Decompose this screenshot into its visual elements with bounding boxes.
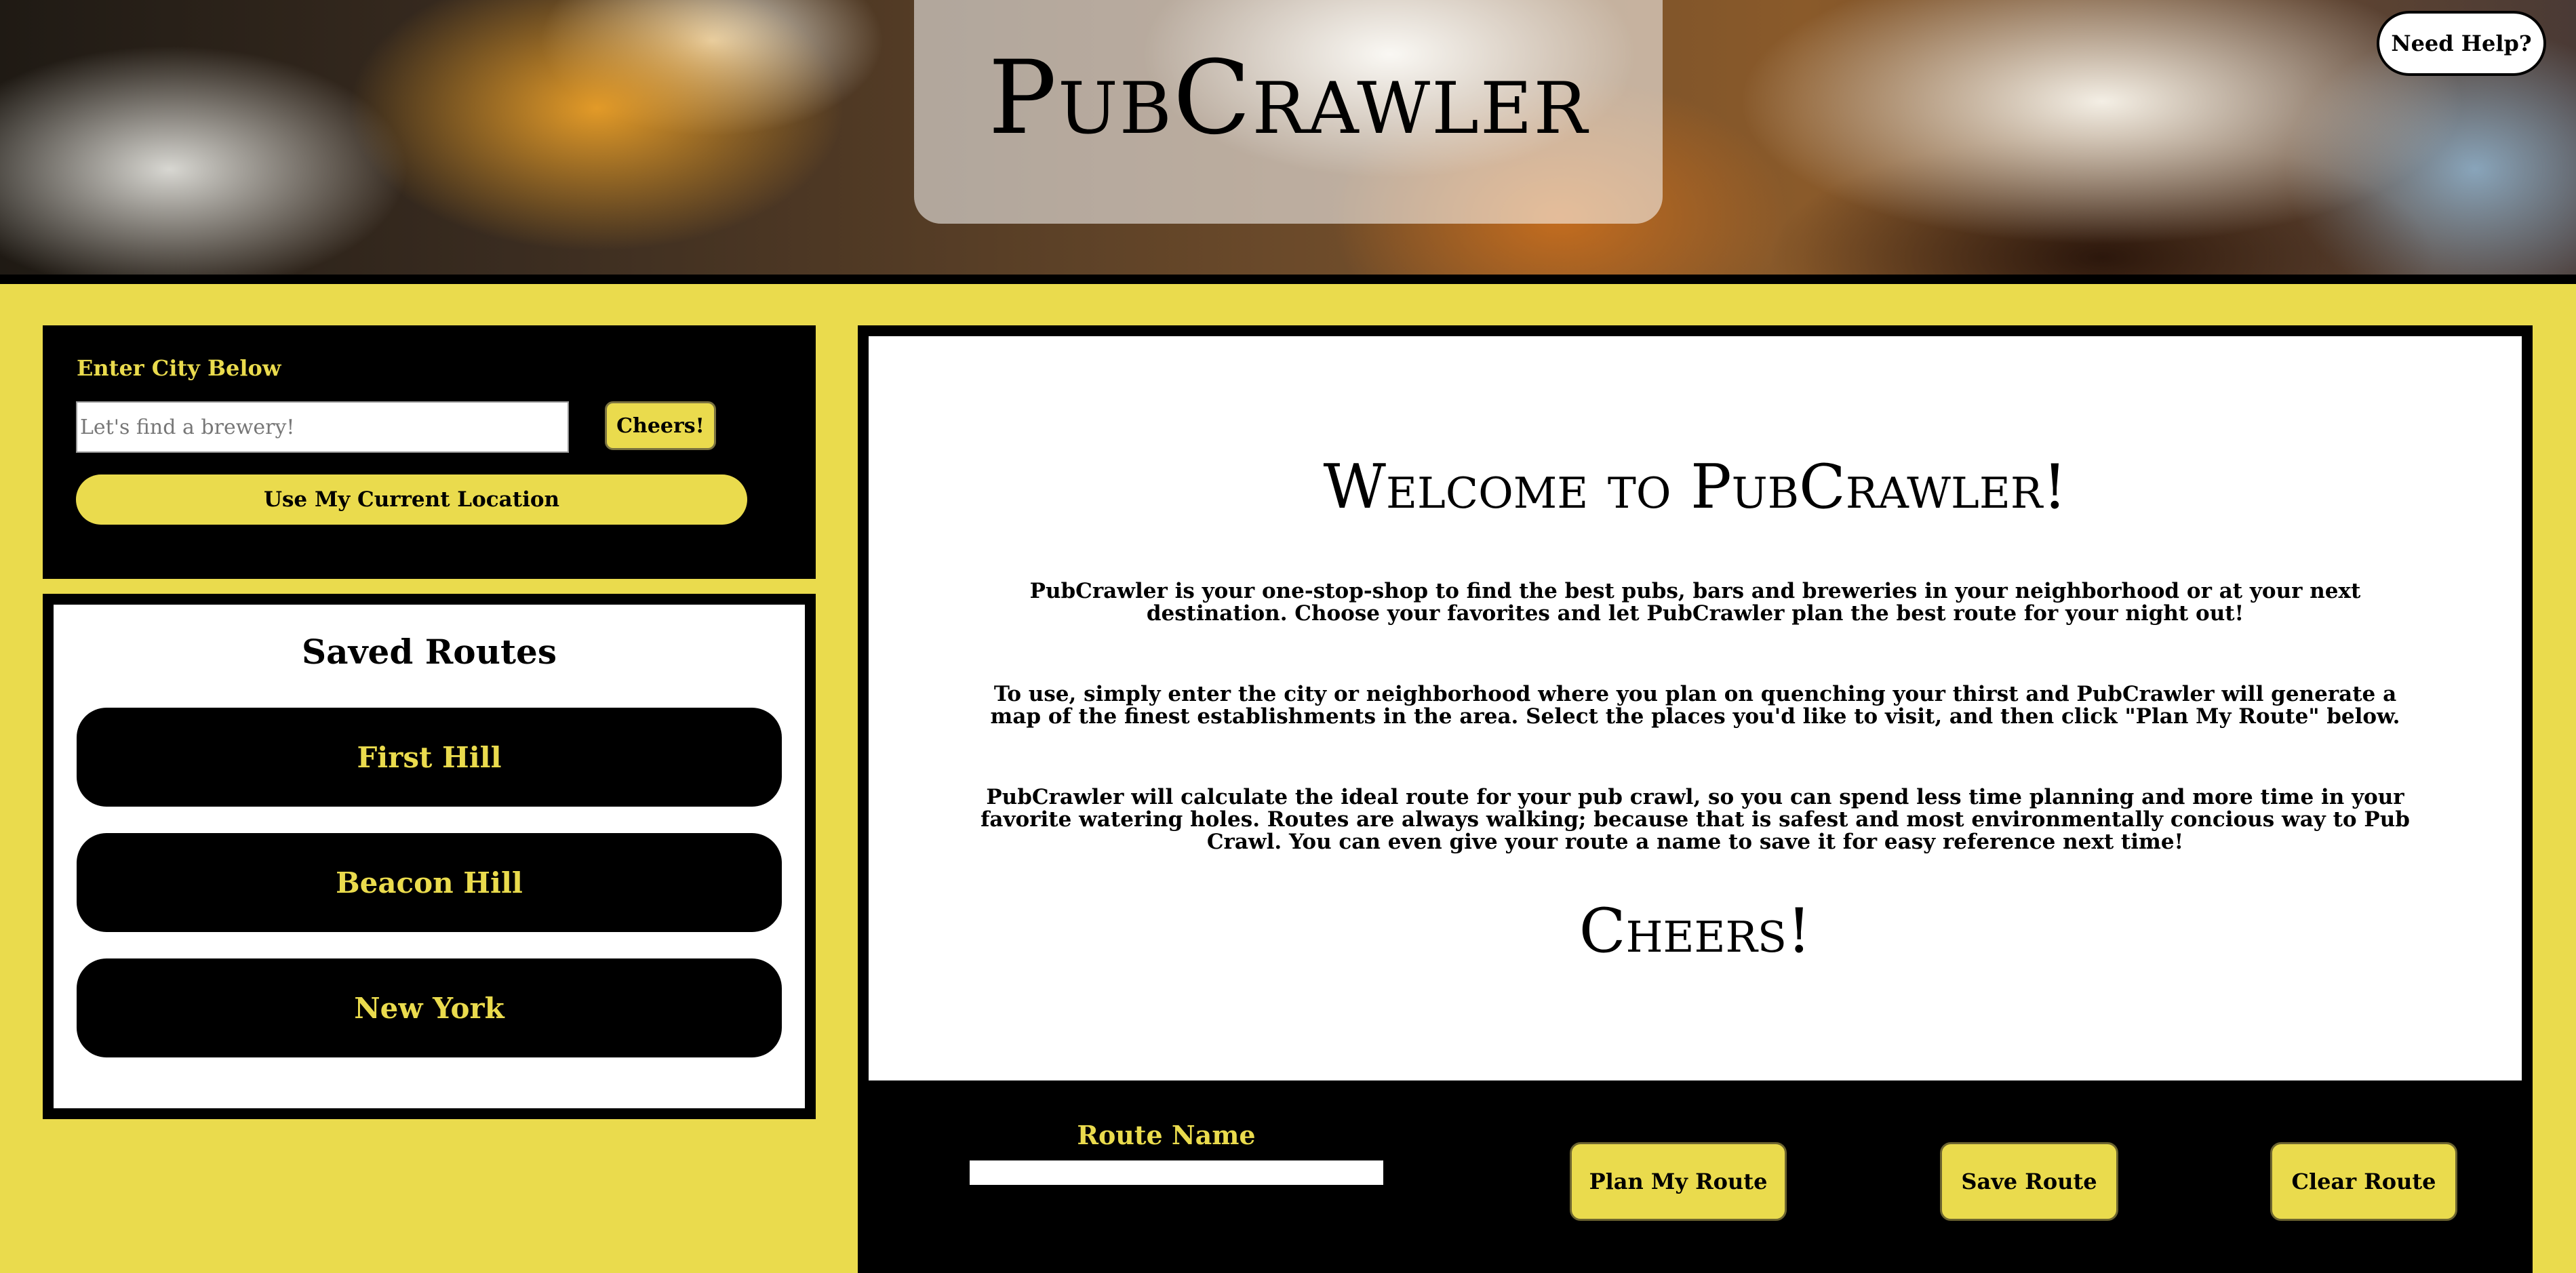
saved-routes-title: Saved Routes: [301, 632, 557, 672]
clear-route-button[interactable]: Clear Route: [2270, 1142, 2457, 1221]
saved-routes-list: Saved Routes First Hill Beacon Hill New …: [54, 605, 805, 1108]
plan-route-button[interactable]: Plan My Route: [1570, 1142, 1787, 1221]
main-panel: Welcome to PubCrawler! PubCrawler is you…: [858, 325, 2533, 1273]
saved-route-beacon-hill[interactable]: Beacon Hill: [77, 833, 782, 932]
welcome-heading: Welcome to PubCrawler!: [1323, 451, 2067, 523]
title-box: PubCrawler: [914, 0, 1663, 224]
intro-paragraph: PubCrawler is your one-stop-shop to find…: [1029, 579, 2361, 626]
use-current-location-button[interactable]: Use My Current Location: [76, 474, 747, 525]
save-route-button[interactable]: Save Route: [1940, 1142, 2118, 1221]
route-name-label: Route Name: [1077, 1120, 1256, 1150]
need-help-button[interactable]: Need Help?: [2377, 11, 2546, 76]
cheers-heading: Cheers!: [1579, 895, 1812, 967]
city-search-input[interactable]: [76, 401, 569, 453]
saved-routes-panel: Saved Routes First Hill Beacon Hill New …: [43, 594, 816, 1119]
route-name-input[interactable]: [970, 1160, 1383, 1185]
city-label: Enter City Below: [77, 355, 281, 381]
welcome-box: Welcome to PubCrawler! PubCrawler is you…: [869, 336, 2522, 1080]
app-title: PubCrawler: [988, 39, 1589, 157]
cheers-search-button[interactable]: Cheers!: [605, 401, 716, 450]
saved-route-first-hill[interactable]: First Hill: [77, 708, 782, 807]
search-panel: Enter City Below Cheers! Use My Current …: [43, 325, 816, 579]
route-info-paragraph: PubCrawler will calculate the ideal rout…: [980, 785, 2410, 854]
instructions-paragraph: To use, simply enter the city or neighbo…: [990, 682, 2400, 729]
header-divider: [0, 275, 2576, 284]
saved-route-new-york[interactable]: New York: [77, 958, 782, 1057]
